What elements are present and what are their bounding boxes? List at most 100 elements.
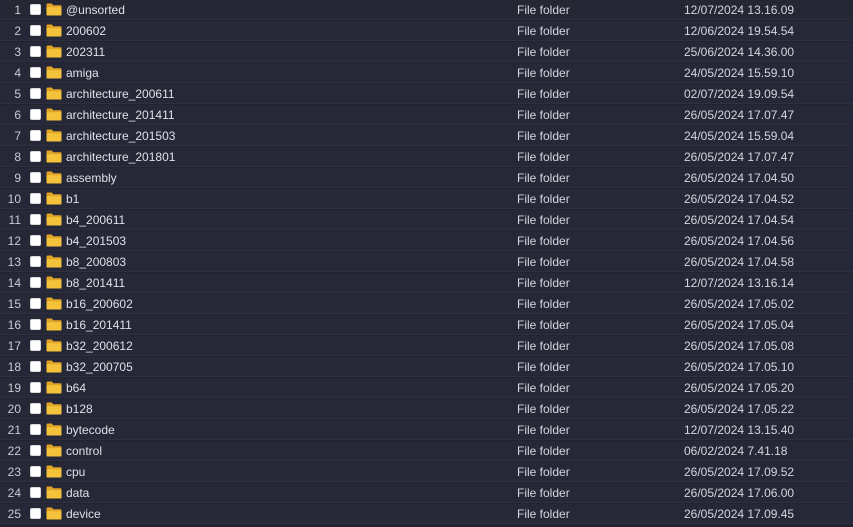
table-row[interactable]: 18 b32_200705 File folder 26/05/2024 17.05.…: [0, 357, 853, 377]
row-checkbox[interactable]: [30, 172, 41, 183]
file-name[interactable]: architecture_201801: [66, 147, 175, 167]
row-checkbox[interactable]: [30, 340, 41, 351]
table-row[interactable]: 17 b32_200612 File folder 26/05/2024 17.05.…: [0, 336, 853, 356]
file-name[interactable]: b4_201503: [66, 231, 126, 251]
row-checkbox[interactable]: [30, 424, 41, 435]
row-checkbox[interactable]: [30, 67, 41, 78]
row-checkbox[interactable]: [30, 319, 41, 330]
row-number: 9: [14, 171, 21, 185]
table-row[interactable]: 20 b128 File folder 26/05/2024 17.05.22: [0, 399, 853, 419]
file-name[interactable]: data: [66, 483, 89, 503]
row-number: 14: [7, 276, 21, 290]
table-row[interactable]: 9 assembly File folder 26/05/2024 17.04.50: [0, 168, 853, 188]
table-row[interactable]: 12 b4_201503 File folder 26/05/2024 17.04.5…: [0, 231, 853, 251]
row-checkbox[interactable]: [30, 235, 41, 246]
file-name[interactable]: assembly: [66, 168, 117, 188]
file-name[interactable]: control: [66, 441, 102, 461]
row-checkbox[interactable]: [30, 403, 41, 414]
file-name[interactable]: architecture_201503: [66, 126, 175, 146]
file-name[interactable]: amiga: [66, 63, 99, 83]
table-row[interactable]: 16 b16_201411 File folder 26/05/2024 17.05.…: [0, 315, 853, 335]
file-name[interactable]: 200602: [66, 21, 106, 41]
row-number: 15: [7, 297, 21, 311]
file-type: File folder: [517, 402, 570, 416]
file-name[interactable]: cpu: [66, 462, 85, 482]
table-row[interactable]: 21 bytecode File folder 12/07/2024 13.15.40: [0, 420, 853, 440]
table-row[interactable]: 3 202311 File folder 25/06/2024 14.36.00: [0, 42, 853, 62]
file-name[interactable]: b32_200612: [66, 336, 133, 356]
table-row[interactable]: 7 architecture_201503 File folder 24/05/202…: [0, 126, 853, 146]
file-type: File folder: [517, 171, 570, 185]
file-name[interactable]: device: [66, 504, 101, 524]
row-checkbox[interactable]: [30, 193, 41, 204]
file-name[interactable]: b8_201411: [66, 273, 125, 293]
row-checkbox[interactable]: [30, 130, 41, 141]
file-type: File folder: [517, 255, 570, 269]
table-row[interactable]: 13 b8_200803 File folder 26/05/2024 17.04.5…: [0, 252, 853, 272]
row-checkbox[interactable]: [30, 25, 41, 36]
row-checkbox[interactable]: [30, 298, 41, 309]
file-name[interactable]: 202311: [66, 42, 105, 62]
table-row[interactable]: 22 control File folder 06/02/2024 7.41.18: [0, 441, 853, 461]
table-row[interactable]: 1 @unsorted File folder 12/07/2024 13.16.09: [0, 0, 853, 20]
folder-icon: [46, 318, 62, 331]
table-row[interactable]: 2 200602 File folder 12/06/2024 19.54.54: [0, 21, 853, 41]
file-type: File folder: [517, 24, 570, 38]
file-name[interactable]: b64: [66, 378, 86, 398]
row-checkbox[interactable]: [30, 277, 41, 288]
row-checkbox[interactable]: [30, 508, 41, 519]
row-number: 2: [14, 24, 21, 38]
row-checkbox[interactable]: [30, 256, 41, 267]
date-modified: 26/05/2024 17.04.54: [684, 213, 795, 227]
file-name[interactable]: b1: [66, 189, 79, 209]
folder-icon: [46, 255, 62, 268]
table-row[interactable]: 15 b16_200602 File folder 26/05/2024 17.05.…: [0, 294, 853, 314]
file-list: 1 @unsorted File folder 12/07/2024 13.16.09…: [0, 0, 853, 527]
row-checkbox[interactable]: [30, 487, 41, 498]
file-name[interactable]: @unsorted: [66, 0, 125, 20]
row-checkbox[interactable]: [30, 361, 41, 372]
row-checkbox[interactable]: [30, 214, 41, 225]
file-name[interactable]: b4_200611: [66, 210, 125, 230]
file-name[interactable]: b16_200602: [66, 294, 133, 314]
folder-icon: [46, 234, 62, 247]
table-row[interactable]: 5 architecture_200611 File folder 02/07/202…: [0, 84, 853, 104]
folder-icon: [46, 129, 62, 142]
table-row[interactable]: 14 b8_201411 File folder 12/07/2024 13.16.1…: [0, 273, 853, 293]
table-row[interactable]: 6 architecture_201411 File folder 26/05/202…: [0, 105, 853, 125]
file-name[interactable]: architecture_201411: [66, 105, 175, 125]
table-row[interactable]: 11 b4_200611 File folder 26/05/2024 17.04.5…: [0, 210, 853, 230]
row-number: 13: [7, 255, 21, 269]
row-number: 12: [7, 234, 21, 248]
table-row[interactable]: 25 device File folder 26/05/2024 17.09.45: [0, 504, 853, 524]
table-row[interactable]: 10 b1 File folder 26/05/2024 17.04.52: [0, 189, 853, 209]
table-row[interactable]: 23 cpu File folder 26/05/2024 17.09.52: [0, 462, 853, 482]
file-name[interactable]: bytecode: [66, 420, 115, 440]
table-row[interactable]: 19 b64 File folder 26/05/2024 17.05.20: [0, 378, 853, 398]
row-checkbox[interactable]: [30, 151, 41, 162]
file-name[interactable]: architecture_200611: [66, 84, 175, 104]
file-name[interactable]: b8_200803: [66, 252, 126, 272]
file-type: File folder: [517, 423, 570, 437]
file-name[interactable]: b16_201411: [66, 315, 132, 335]
table-row[interactable]: 4 amiga File folder 24/05/2024 15.59.10: [0, 63, 853, 83]
table-row[interactable]: 24 data File folder 26/05/2024 17.06.00: [0, 483, 853, 503]
row-checkbox[interactable]: [30, 46, 41, 57]
row-checkbox[interactable]: [30, 4, 41, 15]
date-modified: 26/05/2024 17.05.02: [684, 297, 795, 311]
file-name[interactable]: b32_200705: [66, 357, 133, 377]
row-checkbox[interactable]: [30, 109, 41, 120]
row-number: 24: [7, 486, 21, 500]
file-name[interactable]: b128: [66, 399, 93, 419]
row-checkbox[interactable]: [30, 445, 41, 456]
row-number: 25: [7, 507, 21, 521]
row-checkbox[interactable]: [30, 88, 41, 99]
date-modified: 26/05/2024 17.04.58: [684, 255, 795, 269]
row-number: 18: [7, 360, 21, 374]
folder-icon: [46, 192, 62, 205]
row-checkbox[interactable]: [30, 382, 41, 393]
date-modified: 26/05/2024 17.09.45: [684, 507, 795, 521]
row-checkbox[interactable]: [30, 466, 41, 477]
table-row[interactable]: 8 architecture_201801 File folder 26/05/202…: [0, 147, 853, 167]
folder-icon: [46, 3, 62, 16]
